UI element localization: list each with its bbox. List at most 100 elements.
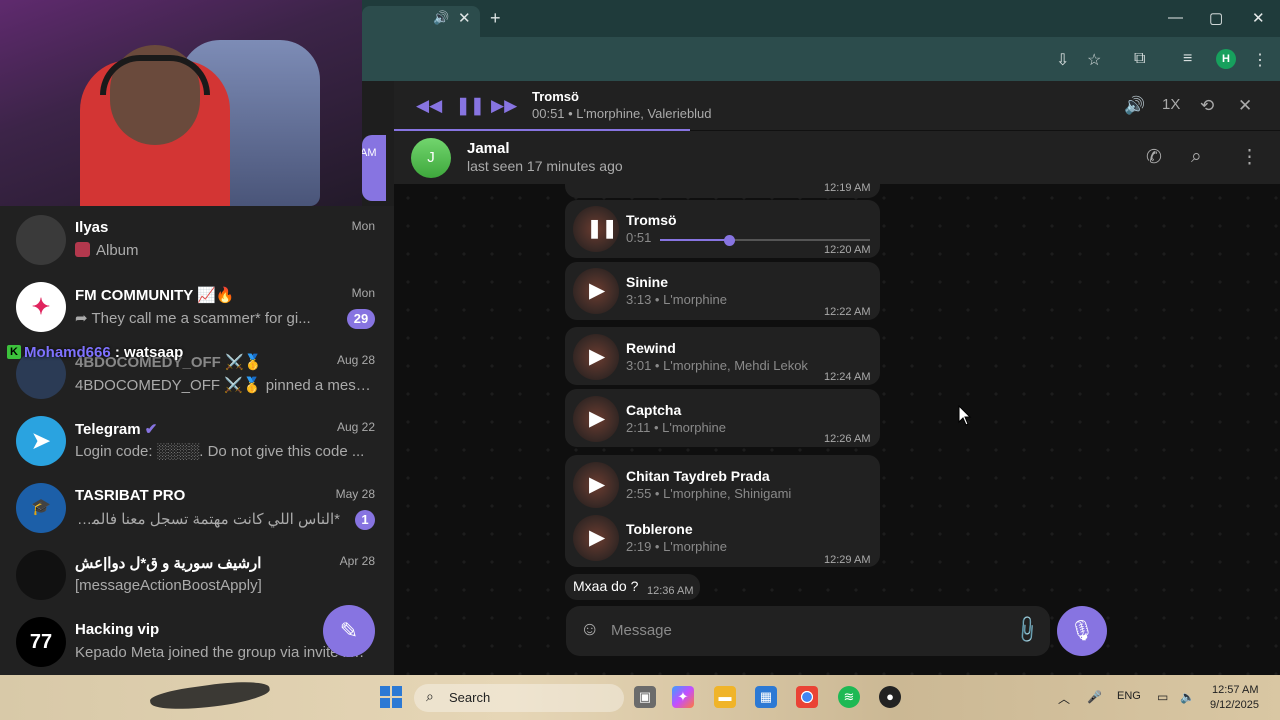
- play-icon[interactable]: ▶: [589, 278, 605, 303]
- copilot-icon[interactable]: ✦: [672, 686, 694, 708]
- avatar[interactable]: J: [411, 138, 451, 178]
- player-track-subtitle: 00:51 • L'morphine, Valerieblud: [532, 106, 712, 121]
- chat-date: Aug 28: [336, 353, 375, 367]
- media-control-icon[interactable]: ≡: [1183, 50, 1192, 68]
- store-icon[interactable]: ▦: [755, 686, 777, 708]
- play-icon[interactable]: ▶: [589, 344, 605, 369]
- emoji-icon[interactable]: ☺: [580, 619, 599, 641]
- chat-title: Ilyas: [75, 219, 109, 236]
- chat-preview: [messageActionBoostApply]: [75, 577, 262, 594]
- compose-pencil-button[interactable]: ✎: [323, 605, 375, 657]
- bookmark-star-icon[interactable]: ☆: [1087, 50, 1101, 70]
- webcam-overlay: [0, 0, 362, 206]
- avatar: 🎓: [16, 483, 66, 533]
- profile-avatar[interactable]: H: [1216, 49, 1236, 69]
- repeat-icon[interactable]: ⟲: [1200, 96, 1214, 116]
- chat-title: Telegram ✔: [75, 421, 158, 438]
- chat-preview: 4BDOCOMEDY_OFF ⚔️🥇 pinned a message: [75, 377, 375, 394]
- clock-date[interactable]: 9/12/2025: [1210, 699, 1259, 711]
- chat-title: FM COMMUNITY 📈🔥: [75, 287, 235, 304]
- play-icon[interactable]: ▶: [589, 525, 605, 550]
- start-button[interactable]: [380, 686, 402, 708]
- avatar: [16, 550, 66, 600]
- message-time: 12:22 AM: [824, 306, 871, 318]
- file-explorer-icon[interactable]: ▬: [714, 686, 736, 708]
- chat-date: Apr 28: [339, 554, 375, 568]
- next-track-icon[interactable]: ▶▶: [491, 96, 517, 116]
- pause-icon[interactable]: ❚❚: [587, 218, 617, 239]
- previous-track-icon[interactable]: ◀◀: [416, 96, 442, 116]
- language-indicator[interactable]: ENG: [1117, 690, 1141, 702]
- audio-message[interactable]: ▶ Chitan Taydreb Prada 2:55 • L'morphine…: [573, 462, 873, 510]
- track-title: Toblerone: [626, 521, 693, 537]
- phone-icon[interactable]: ✆: [1146, 146, 1162, 169]
- seek-handle[interactable]: [724, 235, 735, 246]
- volume-icon[interactable]: 🔊: [1124, 96, 1145, 116]
- extensions-icon[interactable]: ⧉: [1134, 50, 1145, 68]
- app-icon[interactable]: ●: [879, 686, 901, 708]
- play-icon[interactable]: ▶: [589, 406, 605, 431]
- spotify-icon[interactable]: ≋: [838, 686, 860, 708]
- stream-chat-overlay: Mohamd666 : watsaap: [24, 344, 184, 361]
- track-title: Chitan Taydreb Prada: [626, 468, 770, 484]
- peer-name[interactable]: Jamal: [467, 140, 510, 157]
- chat-date: Aug 22: [336, 420, 375, 434]
- chat-preview: ➦ They call me a scammer* for gi...: [75, 310, 311, 327]
- chat-item-ilyas[interactable]: Ilyas Album Mon: [0, 211, 394, 278]
- message-time: 12:19 AM: [824, 182, 871, 194]
- new-tab-button[interactable]: +: [490, 8, 501, 29]
- chat-preview: Kepado Meta joined the group via invite …: [75, 644, 365, 661]
- browser-menu-icon[interactable]: ⋮: [1252, 50, 1268, 70]
- message-time: 12:29 AM: [824, 554, 871, 566]
- chat-item-archive[interactable]: ارشيف سورية و ق*ل دوا|عش [messageActionB…: [0, 546, 394, 613]
- hidden-bubble: [362, 135, 386, 201]
- tab-close-icon[interactable]: ✕: [458, 9, 471, 27]
- minimize-button[interactable]: —: [1168, 9, 1183, 26]
- avatar: ✦: [16, 282, 66, 332]
- message-time: 12:36 AM: [647, 585, 694, 597]
- window-close-button[interactable]: ✕: [1252, 9, 1265, 27]
- chat-item-fm-community[interactable]: ✦ FM COMMUNITY 📈🔥 ➦ They call me a scamm…: [0, 278, 394, 345]
- microphone-button[interactable]: 🎙: [1057, 606, 1107, 656]
- track-subtitle: 2:19 • L'morphine: [626, 539, 727, 554]
- clock-time[interactable]: 12:57 AM: [1212, 684, 1258, 696]
- track-subtitle: 2:11 • L'morphine: [626, 420, 727, 435]
- playback-speed-button[interactable]: 1X: [1162, 96, 1180, 113]
- more-menu-icon[interactable]: ⋮: [1240, 146, 1259, 169]
- album-thumbnail-icon: [75, 242, 90, 257]
- tray-chevron-icon[interactable]: ︿: [1058, 690, 1070, 707]
- chat-item-tasribat-pro[interactable]: 🎓 TASRIBAT PRO *الناس اللي كانت مهتمة تس…: [0, 479, 394, 546]
- close-player-icon[interactable]: ✕: [1238, 96, 1252, 116]
- volume-tray-icon[interactable]: 🔈: [1180, 690, 1195, 704]
- chat-list: Ilyas Album Mon ✦ FM COMMUNITY 📈🔥 ➦ They…: [0, 206, 394, 675]
- chat-date: Mon: [351, 286, 375, 300]
- search-icon[interactable]: ⌕: [1191, 146, 1202, 168]
- message-input[interactable]: [611, 618, 1001, 642]
- chat-date: Mon: [351, 219, 375, 233]
- track-title: Tromsö: [626, 212, 677, 228]
- chat-preview: Album: [75, 242, 375, 259]
- pause-icon[interactable]: ❚❚: [456, 96, 485, 116]
- telegram-logo-icon: ➤: [16, 416, 66, 466]
- microphone-tray-icon[interactable]: 🎤: [1087, 690, 1102, 704]
- chrome-icon[interactable]: [796, 686, 818, 708]
- chat-item-telegram[interactable]: ➤ Telegram ✔ Login code: ░░░░. Do not gi…: [0, 412, 394, 479]
- install-app-icon[interactable]: ⇩: [1056, 50, 1069, 70]
- taskbar-search[interactable]: [414, 684, 624, 712]
- mouse-cursor-icon: [958, 405, 972, 426]
- maximize-button[interactable]: ▢: [1209, 9, 1223, 27]
- chat-preview: Login code: ░░░░. Do not give this code …: [75, 443, 365, 460]
- verified-icon: ✔: [144, 421, 158, 438]
- track-subtitle: 3:13 • L'morphine: [626, 292, 727, 307]
- task-view-icon[interactable]: ▣: [634, 686, 656, 708]
- avatar: [16, 215, 66, 265]
- track-title: Rewind: [626, 340, 676, 356]
- message-time: 12:26 AM: [824, 433, 871, 445]
- message-time: 12:24 AM: [824, 371, 871, 383]
- player-track-title: Tromsö: [532, 89, 579, 104]
- network-icon[interactable]: ▭: [1157, 690, 1168, 704]
- play-icon[interactable]: ▶: [589, 472, 605, 497]
- speaker-icon[interactable]: 🔊: [433, 10, 449, 26]
- search-icon: ⌕: [426, 688, 434, 704]
- unread-badge: 29: [347, 309, 375, 329]
